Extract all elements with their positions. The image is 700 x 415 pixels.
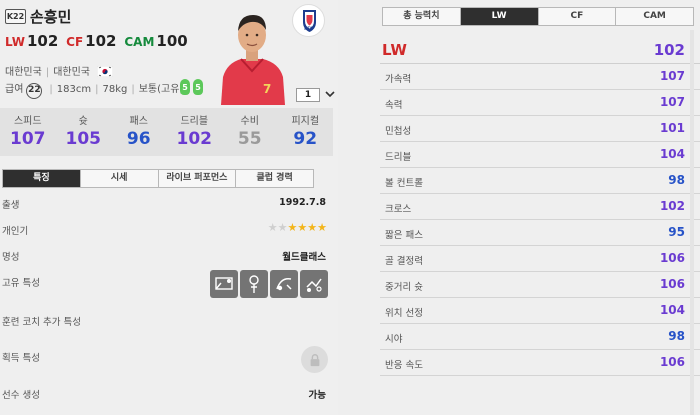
- korea-flag-icon: [97, 66, 114, 77]
- lock-icon: [301, 346, 328, 373]
- physical-info-row: 급여 22 | 183cm | 78kg | 보통(고유): [5, 80, 183, 99]
- tab-cf[interactable]: CF: [538, 8, 617, 25]
- attribute-row: 중거리 슛 106: [380, 272, 700, 298]
- reputation-row: 명성 월드클래스: [2, 249, 332, 263]
- attribute-row: 시야 98: [380, 324, 700, 350]
- chevron-down-icon[interactable]: [324, 88, 336, 100]
- attribute-row: 민첩성 101: [380, 116, 700, 142]
- attribute-row: 속력 107: [380, 90, 700, 116]
- attribute-row: 볼 컨트롤 98: [380, 168, 700, 194]
- stat-speed: 스피드 107: [10, 116, 46, 149]
- right-foot-icon: 5: [193, 79, 203, 95]
- overall-value: 102: [653, 41, 685, 59]
- height: 183cm: [56, 84, 92, 95]
- attribute-row: 반응 속도 106: [380, 350, 700, 376]
- season-badge: K22: [5, 9, 26, 24]
- foot-ratings: 5 5: [180, 79, 203, 95]
- tab-club-career[interactable]: 클럽 경력: [236, 170, 313, 187]
- star-icon: ★: [317, 221, 327, 234]
- skill-label: 개인기: [2, 226, 29, 237]
- acquired-traits-label: 획득 특성: [2, 353, 40, 364]
- stat-passing: 패스 96: [126, 116, 151, 149]
- nationality-row: 대한민국 | 대한민국: [5, 63, 114, 78]
- acquired-traits-row: 획득 특성: [2, 350, 332, 364]
- team-logo: KFA: [292, 4, 325, 37]
- body-type: 보통(고유): [138, 84, 184, 95]
- attribute-row: 가속력 107: [380, 64, 700, 90]
- attribute-row: 골 결정력 106: [380, 246, 700, 272]
- stat-shooting: 슛 105: [65, 116, 102, 149]
- attribute-panel: 총 능력치 LW CF CAM LW 102 가속력 107 속력 107 민첩성 1…: [370, 0, 700, 415]
- pay-label: 급여: [5, 84, 24, 95]
- nationality-secondary: 대한민국: [53, 67, 90, 78]
- attribute-scrollbar[interactable]: [690, 30, 694, 415]
- position-cf: CF 102: [66, 32, 117, 50]
- birth-label: 출생: [2, 200, 20, 211]
- attribute-row: 크로스 102: [380, 194, 700, 220]
- speed-dribbler-icon[interactable]: [300, 270, 328, 298]
- star-icon: ★: [287, 221, 298, 234]
- kfa-crest-icon: [303, 10, 316, 32]
- player-create-row: 선수 생성 가능: [2, 387, 332, 401]
- long-shot-icon[interactable]: [240, 270, 268, 298]
- tab-traits[interactable]: 특징: [3, 170, 81, 187]
- star-icon: ★: [267, 221, 278, 234]
- coach-traits-label: 훈련 코치 추가 특성: [2, 317, 81, 328]
- left-foot-icon: 5: [180, 79, 190, 95]
- skill-moves-row: 개인기 ★★★★★★: [2, 221, 332, 237]
- tab-overall[interactable]: 총 능력치: [383, 8, 461, 25]
- attribute-row: 위치 선정 104: [380, 298, 700, 324]
- star-icon: ★: [277, 221, 288, 234]
- svg-text:7: 7: [263, 82, 271, 96]
- position-cam: CAM 100: [124, 32, 188, 50]
- tab-live-performance[interactable]: 라이브 퍼포먼스: [158, 170, 237, 187]
- player-create-value: 가능: [308, 390, 326, 401]
- birth-row: 출생 1992.7.8: [2, 197, 332, 211]
- birth-value: 1992.7.8: [279, 197, 326, 208]
- position-lw: LW 102: [5, 32, 59, 50]
- coach-traits-row: 훈련 코치 추가 특성: [2, 314, 332, 328]
- reputation-label: 명성: [2, 252, 20, 263]
- overall-row: LW 102: [380, 38, 700, 64]
- position-tab-bar: 총 능력치 LW CF CAM: [382, 7, 694, 26]
- weight: 78kg: [102, 84, 128, 95]
- flair-icon[interactable]: [270, 270, 298, 298]
- team-logo-text: KFA: [304, 26, 313, 31]
- skill-stars: ★★★★★★: [268, 221, 327, 234]
- stat-dribbling: 드리블 102: [176, 116, 213, 149]
- tab-price[interactable]: 시세: [80, 170, 159, 187]
- tab-cam[interactable]: CAM: [616, 8, 693, 25]
- traits-label: 고유 특성: [2, 278, 40, 289]
- main-stats-bar: 스피드 107 슛 105 패스 96 드리블 102 수비 55 피지컬 92: [0, 108, 333, 156]
- stat-physical: 피지컬 92: [291, 116, 320, 149]
- star-icon: ★: [307, 221, 318, 234]
- position-ratings: LW 102 CF 102 CAM 100: [5, 32, 191, 50]
- left-tab-bar: 특징 시세 라이브 퍼포먼스 클럽 경력: [2, 169, 314, 188]
- overall-position-label: LW: [382, 41, 407, 59]
- nationality: 대한민국: [5, 67, 42, 78]
- player-name: 손흥민: [30, 8, 72, 26]
- star-icon: ★: [297, 221, 308, 234]
- attribute-row: 드리블 104: [380, 142, 700, 168]
- finesse-shot-icon[interactable]: [210, 270, 238, 298]
- trait-icons: [210, 270, 328, 298]
- pay-value: 22: [26, 83, 43, 99]
- attribute-row: 짧은 패스 95: [380, 220, 700, 246]
- player-card-panel: K22 손흥민 LW 102 CF 102 CAM 100 대한민국 | 대한민국 급여 2…: [0, 0, 338, 415]
- tab-lw[interactable]: LW: [460, 8, 539, 25]
- player-photo: 7: [221, 15, 285, 105]
- reputation-value: 월드클래스: [282, 252, 326, 263]
- enhance-level-select[interactable]: 1: [296, 88, 320, 102]
- stat-defending: 수비 55: [237, 116, 262, 149]
- player-create-label: 선수 생성: [2, 390, 40, 401]
